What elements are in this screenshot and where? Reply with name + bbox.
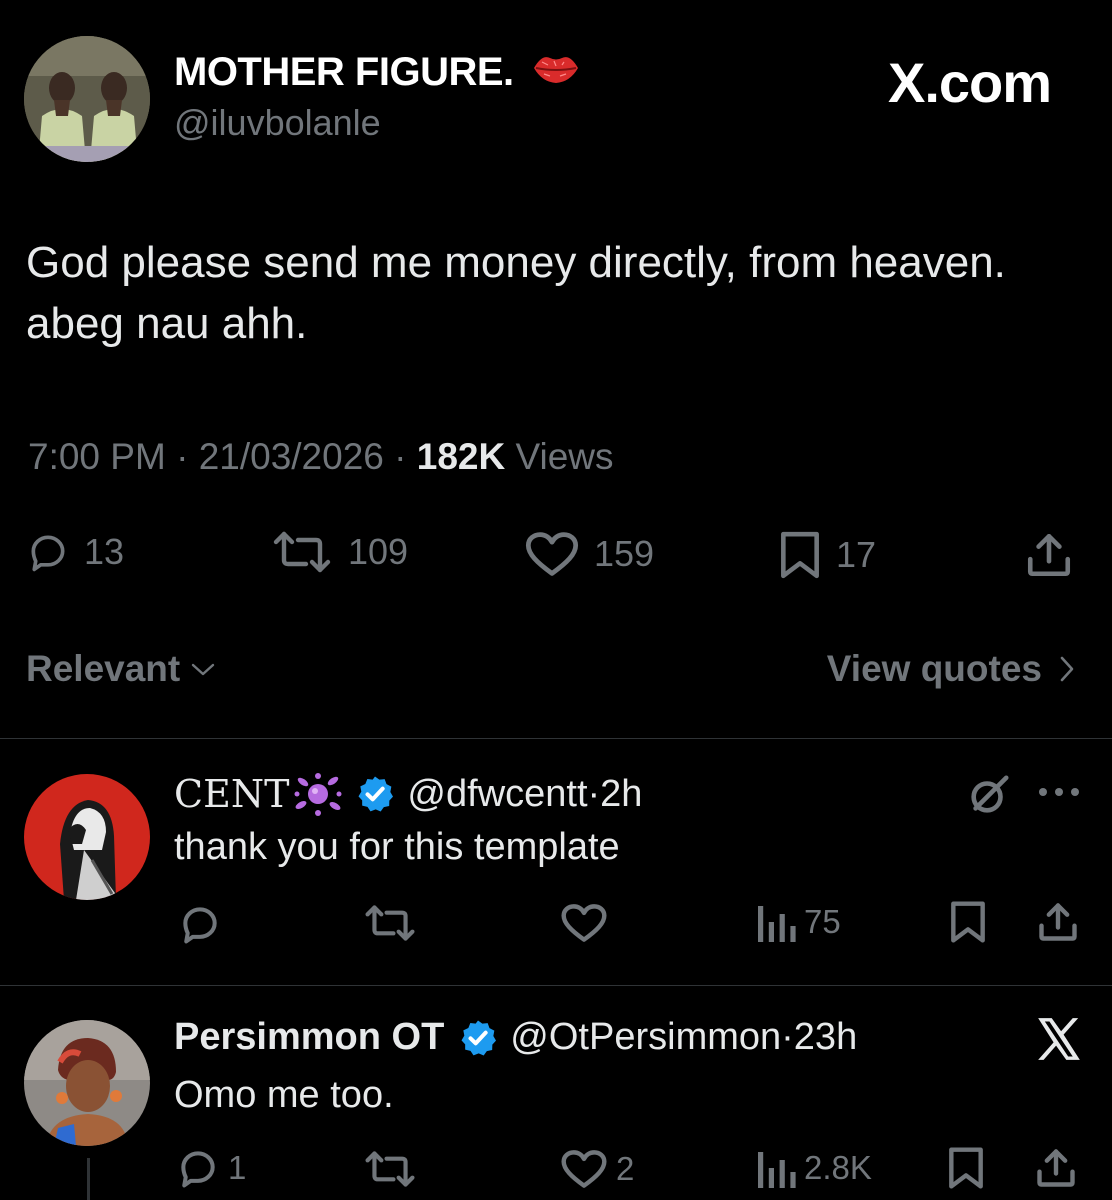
repost-button[interactable]: 109 xyxy=(270,530,408,574)
bookmark-button[interactable]: 17 xyxy=(778,530,876,580)
reply-header: CENT @dfwcentt · 2h xyxy=(174,772,642,816)
more-options-button[interactable] xyxy=(1036,784,1082,800)
view-quotes-link[interactable]: View quotes xyxy=(827,648,1076,690)
reply-button[interactable]: 13 xyxy=(26,530,124,574)
analytics-icon xyxy=(758,906,796,942)
bookmark-count: 17 xyxy=(836,534,877,575)
meta-separator: · xyxy=(781,1016,794,1058)
bookmark-icon xyxy=(951,901,985,943)
meta-separator: · xyxy=(394,436,417,477)
like-count: 2 xyxy=(616,1150,635,1187)
splat-emoji-icon xyxy=(294,773,342,816)
views-label: Views xyxy=(515,436,614,477)
like-button[interactable]: 159 xyxy=(524,530,654,578)
share-button[interactable] xyxy=(1024,530,1074,580)
bookmark-button[interactable] xyxy=(946,1146,986,1190)
reply-text: thank you for this template xyxy=(174,826,620,868)
repost-icon xyxy=(273,531,331,573)
thread-line xyxy=(87,1158,90,1200)
share-icon xyxy=(1027,533,1071,577)
reply-avatar[interactable] xyxy=(24,1020,150,1146)
grok-button[interactable] xyxy=(966,772,1012,818)
chevron-right-icon xyxy=(1060,656,1074,682)
analytics-icon xyxy=(758,1152,796,1188)
repost-icon xyxy=(365,905,415,941)
views-button[interactable]: 2.8K xyxy=(758,1148,872,1188)
author-handle[interactable]: @iluvbolanle xyxy=(174,102,381,144)
tweet-date[interactable]: 21/03/2026 xyxy=(199,436,384,477)
reply-time[interactable]: 2h xyxy=(600,773,642,816)
bookmark-button[interactable] xyxy=(948,900,988,944)
verified-badge-icon xyxy=(358,776,394,812)
like-button[interactable] xyxy=(560,902,608,944)
reply-display-name[interactable]: Persimmon OT xyxy=(174,1016,444,1059)
reply-count: 1 xyxy=(228,1149,247,1186)
grok-icon xyxy=(971,775,1009,813)
reply-time[interactable]: 23h xyxy=(794,1016,857,1059)
repost-button[interactable] xyxy=(362,904,418,942)
heart-icon xyxy=(561,1150,607,1188)
share-icon xyxy=(1037,1149,1075,1187)
sort-dropdown[interactable]: Relevant xyxy=(26,648,216,690)
views-count: 75 xyxy=(804,903,841,940)
meta-separator: · xyxy=(587,772,601,815)
tweet-time[interactable]: 7:00 PM xyxy=(28,436,166,477)
divider xyxy=(0,738,1112,739)
author-avatar[interactable] xyxy=(24,36,150,162)
views-count: 182K xyxy=(416,436,506,477)
share-button[interactable] xyxy=(1034,1146,1078,1190)
verified-badge-icon xyxy=(461,1020,497,1055)
view-quotes-label: View quotes xyxy=(826,648,1042,689)
reply-icon xyxy=(183,907,217,944)
repost-button[interactable] xyxy=(362,1150,418,1188)
tweet-text: God please send me money directly, from … xyxy=(26,238,1006,348)
reply-avatar[interactable] xyxy=(24,774,150,900)
lips-emoji-icon xyxy=(532,52,580,86)
author-display-name[interactable]: MOTHER FIGURE. xyxy=(174,50,514,95)
bookmark-icon xyxy=(781,531,819,579)
reply-header: Persimmon OT @OtPersimmon · 23h xyxy=(174,1016,857,1059)
like-button[interactable]: 2 xyxy=(560,1148,634,1190)
repost-icon xyxy=(365,1151,415,1187)
repost-count: 109 xyxy=(348,531,409,572)
bookmark-icon xyxy=(949,1147,983,1189)
reply-handle[interactable]: @dfwcentt xyxy=(407,773,587,816)
share-button[interactable] xyxy=(1036,900,1080,944)
reply-button[interactable] xyxy=(178,902,222,946)
more-icon xyxy=(1039,788,1079,796)
reply-count: 13 xyxy=(84,531,125,572)
share-icon xyxy=(1039,903,1077,941)
heart-icon xyxy=(525,532,579,576)
tweet-meta: 7:00 PM · 21/03/2026 · 182K Views xyxy=(28,436,614,478)
like-count: 159 xyxy=(594,533,655,574)
chevron-down-icon xyxy=(192,663,215,676)
reply-handle[interactable]: @OtPersimmon xyxy=(510,1016,781,1059)
heart-icon xyxy=(561,904,607,942)
xcom-watermark: X.com xyxy=(888,51,1052,114)
reply-button[interactable]: 1 xyxy=(176,1146,246,1190)
divider xyxy=(0,985,1112,986)
views-button[interactable]: 75 xyxy=(758,902,841,942)
reply-text: Omo me too. xyxy=(174,1074,394,1116)
x-logo-icon xyxy=(1034,1014,1084,1064)
reply-icon xyxy=(181,1151,215,1188)
reply-icon xyxy=(31,535,65,572)
views-count: 2.8K xyxy=(804,1149,872,1186)
meta-separator: · xyxy=(176,436,199,477)
reply-display-name[interactable]: CENT xyxy=(174,772,289,816)
sort-label: Relevant xyxy=(26,648,181,689)
